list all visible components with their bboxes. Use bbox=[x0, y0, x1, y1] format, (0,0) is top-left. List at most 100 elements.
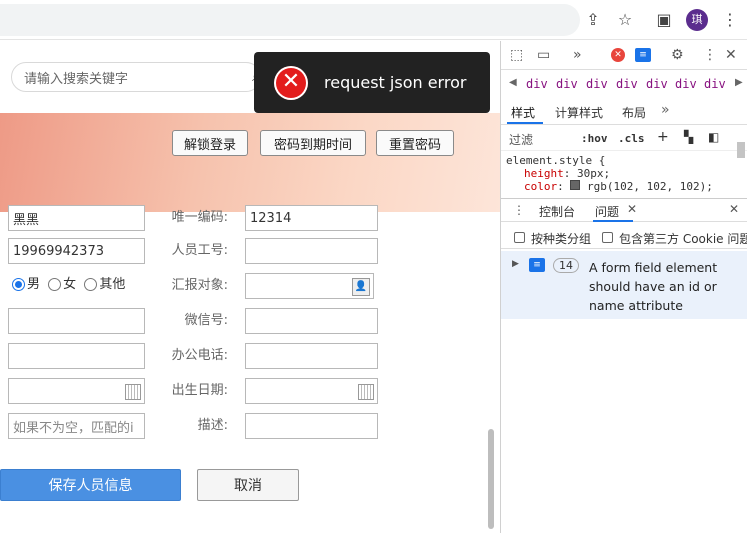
star-icon[interactable]: ☆ bbox=[615, 10, 635, 30]
crumb-div[interactable]: div bbox=[586, 77, 608, 91]
sidebar-toggle-icon[interactable]: ◧ bbox=[708, 130, 719, 144]
tab-issues[interactable]: 问题 bbox=[595, 203, 619, 220]
inspect-icon[interactable]: ⬚ bbox=[510, 47, 523, 63]
wechat-field[interactable] bbox=[245, 308, 378, 334]
name-value: 黑黑 bbox=[13, 212, 40, 228]
profile-avatar[interactable]: 琪 bbox=[686, 9, 708, 31]
office-phone-field[interactable] bbox=[245, 343, 378, 369]
style-selector: element.style { bbox=[506, 154, 606, 167]
code-label: 唯一编码: bbox=[171, 210, 228, 225]
address-bar[interactable] bbox=[0, 4, 580, 36]
code-field[interactable]: 12314 bbox=[245, 205, 378, 231]
name-field[interactable]: 黑黑 bbox=[8, 205, 145, 231]
cls-toggle[interactable]: .cls bbox=[618, 132, 645, 145]
birthday-label: 出生日期: bbox=[171, 383, 228, 398]
save-person-button[interactable]: 保存人员信息 bbox=[0, 469, 181, 501]
password-expiry-button[interactable]: 密码到期时间 bbox=[260, 130, 366, 156]
error-toast: ✕ request json error bbox=[254, 52, 490, 113]
reset-password-button[interactable]: 重置密码 bbox=[376, 130, 454, 156]
close-issues-tab-icon[interactable]: ✕ bbox=[627, 202, 637, 216]
error-icon: ✕ bbox=[274, 65, 308, 100]
devtools-panel: ⬚ ▭ » ✕ ≡ ⚙ ⋮ ✕ ◀ div div div div div di… bbox=[500, 41, 747, 533]
settings-gear-icon[interactable]: ⚙ bbox=[671, 47, 684, 63]
match-input-value: 如果不为空，匹配的i bbox=[13, 420, 134, 436]
sidebar-icon[interactable]: ▣ bbox=[654, 10, 674, 30]
match-input-field[interactable]: 如果不为空，匹配的i bbox=[8, 413, 145, 439]
crumb-right-arrow-icon[interactable]: ▶ bbox=[735, 77, 743, 88]
tab-styles[interactable]: 样式 bbox=[511, 104, 535, 121]
device-toggle-icon[interactable]: ▭ bbox=[537, 47, 550, 63]
more-tabs-icon[interactable]: » bbox=[573, 47, 582, 63]
tab-console[interactable]: 控制台 bbox=[539, 203, 575, 220]
more-style-tabs-icon[interactable]: » bbox=[661, 102, 670, 118]
active-drawer-tab-indicator bbox=[593, 220, 633, 222]
style-line-height[interactable]: height: 30px; bbox=[506, 167, 747, 180]
crumb-div[interactable]: div bbox=[675, 77, 697, 91]
gender-label-male: 男 bbox=[27, 277, 41, 292]
gender-label-female: 女 bbox=[63, 277, 77, 292]
crumb-div[interactable]: div bbox=[616, 77, 638, 91]
left-field-4[interactable] bbox=[8, 308, 145, 334]
breadcrumb: ◀ div div div div div div div ▶ bbox=[501, 75, 747, 95]
toast-message: request json error bbox=[324, 73, 467, 92]
gender-label-other: 其他 bbox=[99, 277, 126, 292]
crumb-left-arrow-icon[interactable]: ◀ bbox=[509, 77, 517, 88]
crumb-div[interactable]: div bbox=[704, 77, 726, 91]
color-swatch[interactable] bbox=[570, 180, 581, 190]
style-value: rgb(102, 102, 102); bbox=[587, 180, 713, 193]
third-party-checkbox[interactable] bbox=[602, 232, 613, 243]
menu-icon[interactable]: ⋮ bbox=[720, 10, 740, 30]
cancel-button[interactable]: 取消 bbox=[197, 469, 299, 501]
gender-radio-male[interactable] bbox=[12, 278, 25, 291]
gender-radio-other[interactable] bbox=[84, 278, 98, 291]
group-by-kind-checkbox[interactable] bbox=[514, 232, 525, 243]
date-field-left[interactable] bbox=[8, 378, 145, 404]
birthday-field[interactable] bbox=[245, 378, 378, 404]
new-rule-icon[interactable]: + bbox=[657, 129, 669, 145]
crumb-div[interactable]: div bbox=[526, 77, 548, 91]
share-icon[interactable]: ⇪ bbox=[583, 10, 603, 30]
close-devtools-icon[interactable]: ✕ bbox=[725, 47, 737, 63]
issue-count-badge: 14 bbox=[553, 258, 579, 273]
description-label: 描述: bbox=[197, 418, 228, 433]
error-badge-icon[interactable]: ✕ bbox=[611, 48, 625, 62]
filter-input[interactable]: 过滤 bbox=[509, 131, 533, 148]
crumb-div[interactable]: div bbox=[646, 77, 668, 91]
phone-value: 19969942373 bbox=[13, 243, 104, 259]
search-input[interactable]: 请输入搜索关键字 bbox=[11, 62, 261, 92]
tab-layout[interactable]: 布局 bbox=[622, 104, 646, 121]
crumb-div[interactable]: div bbox=[556, 77, 578, 91]
paint-icon[interactable]: ▚ bbox=[684, 130, 693, 144]
group-by-kind-label: 按种类分组 bbox=[531, 232, 592, 246]
page-scrollbar[interactable] bbox=[488, 429, 494, 529]
tab-computed[interactable]: 计算样式 bbox=[555, 104, 603, 121]
phone-field[interactable]: 19969942373 bbox=[8, 238, 145, 264]
devtools-menu-icon[interactable]: ⋮ bbox=[703, 47, 717, 63]
unlock-login-button[interactable]: 解锁登录 bbox=[172, 130, 248, 156]
employee-no-field[interactable] bbox=[245, 238, 378, 264]
style-line-color[interactable]: color: rgb(102, 102, 102); bbox=[506, 180, 747, 193]
third-party-label: 包含第三方 Cookie 问题 bbox=[619, 232, 747, 246]
left-field-5[interactable] bbox=[8, 343, 145, 369]
expand-arrow-icon[interactable]: ▶ bbox=[512, 259, 519, 269]
close-drawer-icon[interactable]: ✕ bbox=[729, 202, 739, 216]
issues-badge-icon[interactable]: ≡ bbox=[635, 48, 651, 62]
calendar-icon[interactable] bbox=[358, 384, 374, 400]
hov-toggle[interactable]: :hov bbox=[581, 132, 608, 145]
drawer-menu-icon[interactable]: ⋮ bbox=[513, 203, 525, 217]
person-picker-icon[interactable]: 👤 bbox=[352, 278, 370, 296]
issues-options: 按种类分组 包含第三方 Cookie 问题 bbox=[501, 227, 747, 249]
style-value: 30px; bbox=[577, 167, 611, 180]
description-field[interactable] bbox=[245, 413, 378, 439]
report-to-label: 汇报对象: bbox=[171, 278, 228, 293]
gender-radio-female[interactable] bbox=[48, 278, 62, 291]
code-value: 12314 bbox=[250, 210, 292, 226]
gender-radio-group: 男 女 其他 bbox=[8, 272, 145, 298]
office-phone-label: 办公电话: bbox=[171, 348, 228, 363]
wechat-label: 微信号: bbox=[184, 313, 228, 328]
issue-row[interactable]: ▶ ≡ 14 A form field element should have … bbox=[501, 251, 747, 319]
styles-scrollbar[interactable] bbox=[737, 142, 745, 158]
devtools-toolbar: ⬚ ▭ » ✕ ≡ ⚙ ⋮ ✕ bbox=[501, 41, 747, 70]
element-style-rule: element.style { height: 30px; color: rgb… bbox=[501, 154, 747, 196]
report-to-field[interactable]: 👤 bbox=[245, 273, 374, 299]
